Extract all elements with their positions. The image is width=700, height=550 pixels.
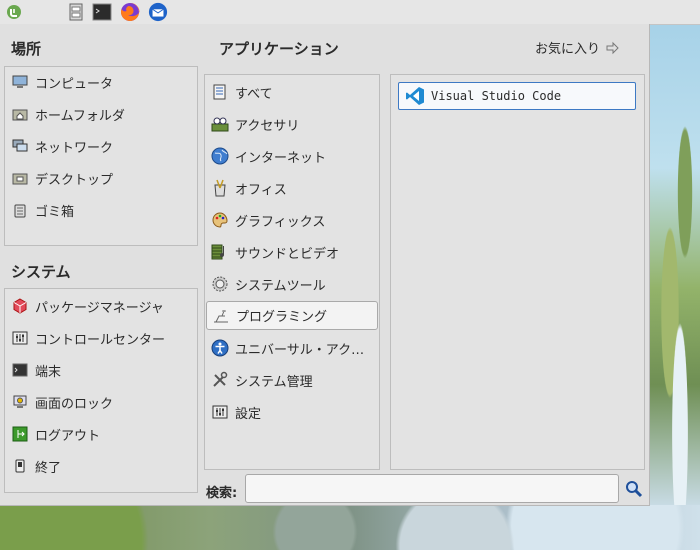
category-all[interactable]: すべて — [211, 79, 377, 105]
place-item-home[interactable]: ホームフォルダ — [11, 101, 125, 127]
programming-icon — [212, 307, 230, 325]
category-programming[interactable]: プログラミング — [206, 301, 378, 330]
accessories-icon — [211, 115, 229, 133]
places-title: 場所 — [11, 40, 42, 58]
accessibility-icon — [211, 339, 229, 357]
desktop-folder-icon — [11, 169, 29, 187]
computer-icon — [11, 73, 29, 91]
search-input[interactable] — [245, 474, 619, 503]
system-item-logout[interactable]: ログアウト — [11, 421, 100, 447]
application-menu: 場所 コンピュータ ホームフォルダ ネットワーク デスクトップ ゴミ箱 システム… — [0, 24, 650, 506]
category-office[interactable]: オフィス — [211, 175, 377, 201]
category-administration[interactable]: システム管理 — [211, 367, 377, 393]
category-internet[interactable]: インターネット — [211, 143, 377, 169]
place-item-trash[interactable]: ゴミ箱 — [11, 197, 74, 223]
applications-title: アプリケーション — [219, 40, 339, 58]
system-list: パッケージマネージャ コントロールセンター 端末 画面のロック ログアウト 終了 — [4, 288, 198, 493]
category-sound-video[interactable]: サウンドとビデオ — [211, 239, 377, 265]
graphics-palette-icon — [211, 211, 229, 229]
all-apps-icon — [211, 83, 229, 101]
system-title: システム — [11, 263, 71, 281]
home-folder-icon — [11, 105, 29, 123]
app-list — [390, 74, 645, 470]
system-item-terminal[interactable]: 端末 — [11, 357, 61, 383]
system-item-package-manager[interactable]: パッケージマネージャ — [11, 293, 164, 319]
favorites-button[interactable]: お気に入り — [535, 38, 620, 57]
internet-globe-icon — [211, 147, 229, 165]
terminal-icon — [11, 361, 29, 379]
category-graphics[interactable]: グラフィックス — [211, 207, 377, 233]
places-list: コンピュータ ホームフォルダ ネットワーク デスクトップ ゴミ箱 — [4, 66, 198, 246]
category-list: すべて アクセサリ インターネット オフィス グラフィックス サウンドとビデオ … — [204, 74, 380, 470]
shutdown-icon — [11, 457, 29, 475]
trash-icon — [11, 201, 29, 219]
terminal-icon[interactable] — [92, 2, 112, 22]
category-accessories[interactable]: アクセサリ — [211, 111, 377, 137]
wallpaper-bottom — [0, 505, 700, 550]
mint-menu-icon[interactable] — [4, 2, 24, 22]
system-item-control-center[interactable]: コントロールセンター — [11, 325, 165, 351]
sound-video-icon — [211, 243, 229, 261]
category-settings[interactable]: 設定 — [211, 399, 377, 425]
place-item-network[interactable]: ネットワーク — [11, 133, 113, 159]
vscode-icon — [405, 86, 425, 106]
app-item-vscode[interactable]: Visual Studio Code — [398, 82, 636, 110]
network-icon — [11, 137, 29, 155]
system-item-lock-screen[interactable]: 画面のロック — [11, 389, 113, 415]
place-item-computer[interactable]: コンピュータ — [11, 69, 113, 95]
place-item-desktop[interactable]: デスクトップ — [11, 165, 113, 191]
logout-icon — [11, 425, 29, 443]
file-cabinet-icon[interactable] — [66, 2, 86, 22]
system-item-shutdown[interactable]: 終了 — [11, 453, 61, 479]
admin-tools-icon — [211, 371, 229, 389]
top-panel — [0, 0, 700, 25]
lock-screen-icon — [11, 393, 29, 411]
wallpaper-right — [650, 24, 700, 505]
category-system-tools[interactable]: システムツール — [211, 271, 377, 297]
control-center-icon — [11, 329, 29, 347]
thunderbird-icon[interactable] — [148, 2, 168, 22]
arrow-right-icon — [606, 41, 620, 55]
firefox-icon[interactable] — [120, 2, 140, 22]
category-universal-access[interactable]: ユニバーサル・アク… — [211, 335, 377, 361]
system-tools-gear-icon — [211, 275, 229, 293]
settings-icon — [211, 403, 229, 421]
package-manager-icon — [11, 297, 29, 315]
office-icon — [211, 179, 229, 197]
search-icon[interactable] — [625, 480, 643, 498]
search-label: 検索: — [206, 486, 238, 501]
